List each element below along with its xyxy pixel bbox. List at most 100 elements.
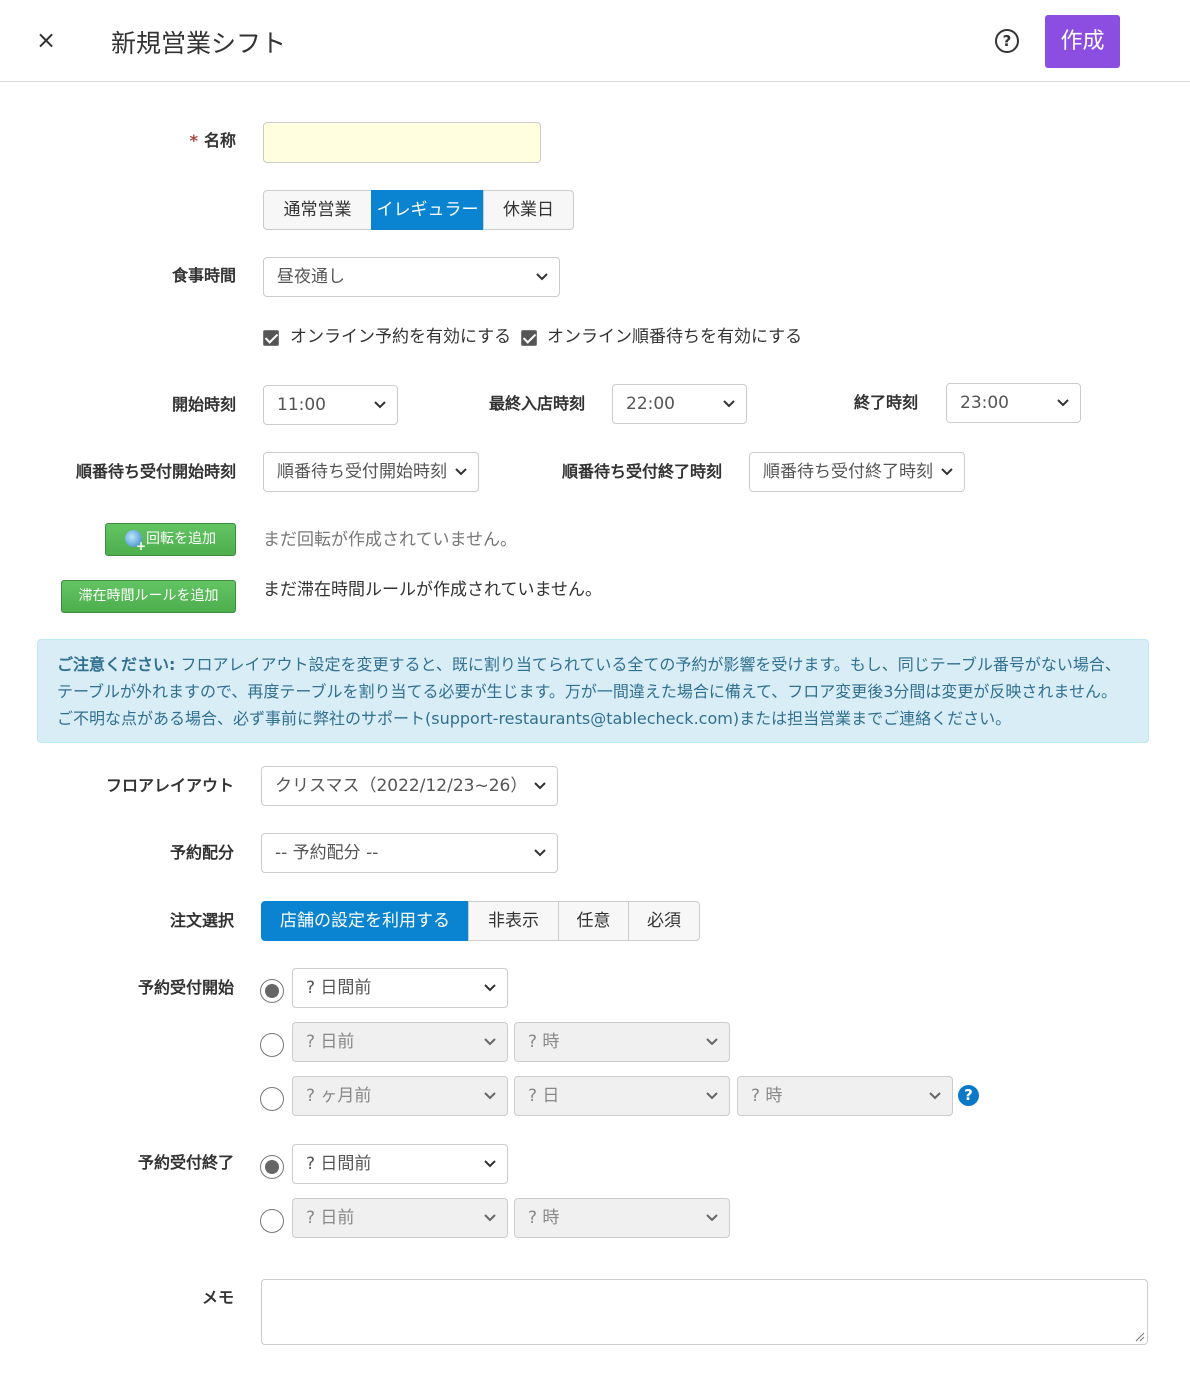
- booking-start-days-before-value: ? 日間前: [306, 978, 372, 998]
- end-time-value: 23:00: [960, 393, 1009, 413]
- online-reservation-checkbox[interactable]: [263, 330, 279, 346]
- memo-textarea[interactable]: [261, 1279, 1148, 1345]
- allocation-value: -- 予約配分 --: [275, 843, 379, 863]
- booking-start-date-select[interactable]: ? 日: [514, 1076, 730, 1116]
- chevron-down-icon: [706, 1038, 718, 1046]
- booking-end-radio-2[interactable]: [260, 1209, 284, 1233]
- alert-body: フロアレイアウト設定を変更すると、既に割り当てられている全ての予約が影響を受けま…: [57, 655, 1121, 728]
- chevron-down-icon: [374, 401, 386, 409]
- chevron-down-icon: [455, 468, 467, 476]
- chevron-down-icon: [706, 1092, 718, 1100]
- help-icon[interactable]: ?: [995, 29, 1019, 53]
- name-input[interactable]: [263, 122, 541, 163]
- booking-start-radio-3[interactable]: [260, 1087, 284, 1111]
- floor-layout-value: クリスマス（2022/12/23~26）: [275, 776, 528, 796]
- alert-heading: ご注意ください:: [57, 655, 176, 674]
- online-reservation-label: オンライン予約を有効にする: [290, 327, 512, 347]
- chevron-down-icon: [484, 1214, 496, 1222]
- booking-start-hour-value: ? 時: [528, 1032, 560, 1052]
- floor-layout-label: フロアレイアウト: [105, 776, 234, 795]
- resize-grip-icon[interactable]: [1135, 1332, 1145, 1342]
- required-mark: *: [189, 131, 198, 150]
- end-time-label: 終了時刻: [853, 393, 918, 412]
- shift-type-regular[interactable]: 通常営業: [263, 190, 372, 230]
- chevron-down-icon: [1057, 399, 1069, 407]
- booking-start-day-value: ? 日前: [306, 1032, 355, 1052]
- booking-end-radio-1[interactable]: [260, 1155, 284, 1179]
- booking-end-day-value: ? 日前: [306, 1208, 355, 1228]
- booking-end-label: 予約受付終了: [137, 1153, 234, 1172]
- booking-end-day-select[interactable]: ? 日前: [292, 1198, 508, 1238]
- shift-type-irregular[interactable]: イレギュラー: [371, 190, 484, 230]
- last-entry-select[interactable]: 22:00: [612, 384, 747, 424]
- start-time-label: 開始時刻: [171, 395, 236, 414]
- booking-end-hour-select[interactable]: ? 時: [514, 1198, 730, 1238]
- chevron-down-icon: [941, 468, 953, 476]
- queue-start-placeholder: 順番待ち受付開始時刻: [277, 462, 447, 482]
- order-selection-label: 注文選択: [169, 911, 234, 930]
- memo-label: メモ: [201, 1288, 234, 1307]
- no-stay-rule-text: まだ滞在時間ルールが作成されていません。: [263, 580, 602, 600]
- add-stay-rule-button[interactable]: 滞在時間ルールを追加: [61, 580, 236, 613]
- queue-end-placeholder: 順番待ち受付終了時刻: [763, 462, 933, 482]
- booking-start-label: 予約受付開始: [137, 978, 234, 997]
- order-option-hidden[interactable]: 非表示: [468, 901, 559, 941]
- meal-time-value: 昼夜通し: [277, 267, 345, 287]
- allocation-label: 予約配分: [169, 843, 234, 862]
- booking-start-hour-select[interactable]: ? 時: [514, 1022, 730, 1062]
- chevron-down-icon: [484, 1160, 496, 1168]
- close-icon[interactable]: ×: [34, 28, 58, 52]
- page-title: 新規営業シフト: [111, 29, 287, 58]
- chevron-down-icon: [534, 849, 546, 857]
- question-help-icon[interactable]: ?: [958, 1085, 979, 1106]
- floor-change-alert: ご注意ください: フロアレイアウト設定を変更すると、既に割り当てられている全ての…: [37, 639, 1149, 743]
- shift-type-closed[interactable]: 休業日: [483, 190, 574, 230]
- meal-time-select[interactable]: 昼夜通し: [263, 257, 560, 297]
- booking-start-radio-2[interactable]: [260, 1033, 284, 1057]
- chevron-down-icon: [929, 1092, 941, 1100]
- end-time-select[interactable]: 23:00: [946, 383, 1081, 423]
- queue-end-select[interactable]: 順番待ち受付終了時刻: [749, 452, 965, 492]
- meal-time-label: 食事時間: [171, 266, 236, 285]
- queue-start-select[interactable]: 順番待ち受付開始時刻: [263, 452, 479, 492]
- booking-start-day-select[interactable]: ? 日前: [292, 1022, 508, 1062]
- header-bar: × 新規営業シフト ? 作成: [0, 0, 1190, 82]
- booking-end-hour-value: ? 時: [528, 1208, 560, 1228]
- last-entry-label: 最終入店時刻: [488, 394, 585, 413]
- booking-start-radio-1[interactable]: [260, 979, 284, 1003]
- start-time-select[interactable]: 11:00: [263, 385, 398, 425]
- add-turn-label: 回転を追加: [146, 531, 216, 547]
- booking-start-time-select[interactable]: ? 時: [737, 1076, 953, 1116]
- online-queue-label: オンライン順番待ちを有効にする: [547, 327, 803, 347]
- name-label: * 名称: [150, 130, 236, 152]
- add-turn-icon: [125, 530, 146, 552]
- chevron-down-icon: [484, 1038, 496, 1046]
- order-option-optional[interactable]: 任意: [558, 901, 629, 941]
- queue-start-label: 順番待ち受付開始時刻: [75, 462, 236, 481]
- shift-type-toggle: 通常営業 イレギュラー 休業日: [263, 190, 574, 230]
- booking-start-days-before-select[interactable]: ? 日間前: [292, 968, 508, 1008]
- booking-start-time-value: ? 時: [751, 1086, 783, 1106]
- booking-end-days-before-value: ? 日間前: [306, 1154, 372, 1174]
- online-queue-checkbox[interactable]: [521, 330, 537, 346]
- chevron-down-icon: [706, 1214, 718, 1222]
- chevron-down-icon: [534, 782, 546, 790]
- allocation-select[interactable]: -- 予約配分 --: [261, 833, 558, 873]
- name-label-text: 名称: [203, 131, 236, 150]
- start-time-value: 11:00: [277, 395, 326, 415]
- booking-start-months-select[interactable]: ? ヶ月前: [292, 1076, 508, 1116]
- no-turn-text: まだ回転が作成されていません。: [263, 530, 517, 550]
- floor-layout-select[interactable]: クリスマス（2022/12/23~26）: [261, 766, 558, 806]
- order-selection-toggle: 店舗の設定を利用する 非表示 任意 必須: [261, 901, 700, 941]
- chevron-down-icon: [723, 400, 735, 408]
- chevron-down-icon: [484, 984, 496, 992]
- chevron-down-icon: [484, 1092, 496, 1100]
- booking-end-days-before-select[interactable]: ? 日間前: [292, 1144, 508, 1184]
- order-option-required[interactable]: 必須: [628, 901, 700, 941]
- booking-start-months-value: ? ヶ月前: [306, 1086, 372, 1106]
- queue-end-label: 順番待ち受付終了時刻: [561, 462, 722, 481]
- create-button[interactable]: 作成: [1045, 15, 1120, 68]
- order-option-store-default[interactable]: 店舗の設定を利用する: [261, 901, 469, 941]
- last-entry-value: 22:00: [626, 394, 675, 414]
- add-turn-button[interactable]: 回転を追加: [105, 523, 236, 556]
